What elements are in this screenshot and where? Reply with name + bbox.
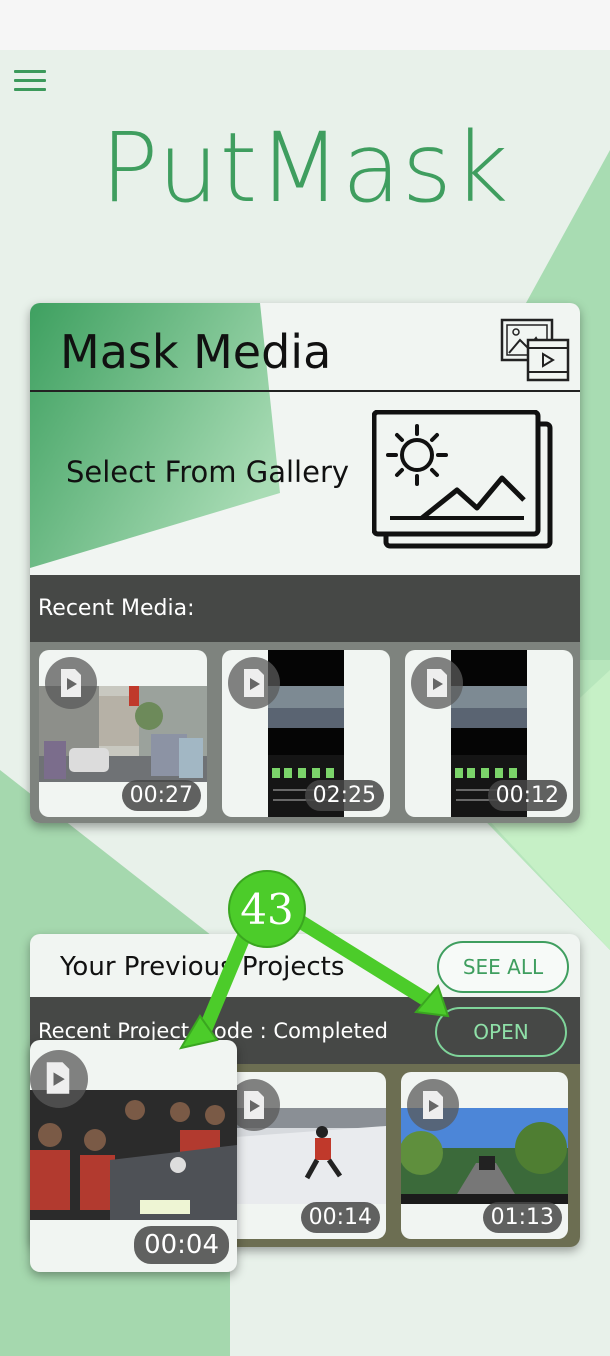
- duration-label: 00:14: [300, 1202, 380, 1233]
- duration-label: 00:04: [134, 1226, 229, 1264]
- previous-projects-title: Your Previous Projects: [60, 952, 345, 982]
- see-all-button[interactable]: SEE ALL: [437, 941, 569, 993]
- select-from-gallery-label[interactable]: Select From Gallery: [66, 455, 349, 489]
- media-icon[interactable]: [500, 318, 570, 383]
- duration-label: 00:12: [487, 780, 567, 811]
- project-thumb-3[interactable]: 01:13: [401, 1072, 568, 1239]
- project-thumb-1[interactable]: 00:04: [30, 1040, 237, 1272]
- app-title: PutMask: [100, 112, 510, 224]
- crowd-video-thumbnail: [30, 1090, 237, 1220]
- duration-label: 00:27: [121, 780, 201, 811]
- recent-media-label: Recent Media:: [38, 596, 195, 621]
- recent-media-thumb-1[interactable]: 00:27: [39, 650, 207, 817]
- mask-media-card: Mask Media Select From Gallery Recent Me…: [30, 303, 580, 823]
- status-bar: [0, 0, 610, 50]
- project-thumb-2[interactable]: 00:14: [222, 1072, 386, 1239]
- divider: [30, 390, 580, 392]
- recent-media-thumb-2[interactable]: 02:25: [222, 650, 390, 817]
- play-icon: [45, 657, 97, 709]
- menu-icon[interactable]: [14, 70, 46, 94]
- open-button[interactable]: OPEN: [435, 1007, 567, 1057]
- annotation-number-badge: 43: [230, 872, 304, 946]
- mask-media-title: Mask Media: [60, 325, 332, 379]
- duration-label: 02:25: [304, 780, 384, 811]
- duration-label: 01:13: [482, 1202, 562, 1233]
- recent-media-thumb-3[interactable]: 00:12: [405, 650, 573, 817]
- play-icon: [228, 657, 280, 709]
- play-icon: [407, 1079, 459, 1131]
- play-icon: [30, 1050, 88, 1108]
- play-icon: [411, 657, 463, 709]
- gallery-icon[interactable]: [372, 410, 554, 550]
